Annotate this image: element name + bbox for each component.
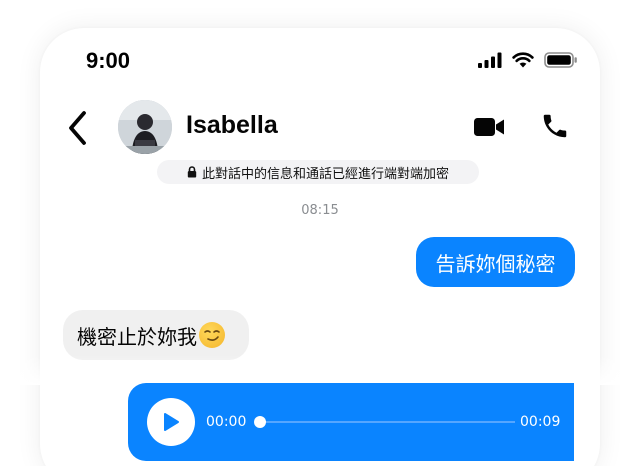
outgoing-message-bubble[interactable]: 告訴妳個秘密	[416, 237, 575, 287]
smirking-face-emoji-icon	[199, 322, 225, 348]
encryption-notice[interactable]: 此對話中的信息和通話已經進行端對端加密	[157, 160, 479, 184]
back-chevron-icon[interactable]	[62, 108, 96, 148]
voice-progress-track[interactable]	[259, 421, 515, 423]
message-text: 告訴妳個秘密	[435, 251, 556, 276]
lock-icon	[187, 166, 197, 178]
play-button[interactable]	[147, 398, 195, 446]
avatar-photo	[118, 100, 172, 154]
incoming-message-bubble[interactable]: 機密止於妳我	[63, 310, 249, 360]
screen: 9:00 Isabella 此對話中的信息和通話已經進行端對端加密 08:15 …	[0, 0, 640, 466]
voice-duration: 00:09	[520, 414, 561, 430]
encryption-notice-text: 此對話中的信息和通話已經進行端對端加密	[201, 166, 449, 182]
video-call-icon[interactable]	[472, 114, 506, 140]
wifi-icon	[512, 52, 534, 68]
message-timestamp: 08:15	[301, 203, 339, 218]
contact-name[interactable]: Isabella	[186, 111, 278, 140]
cellular-signal-icon	[478, 52, 502, 68]
avatar[interactable]	[118, 100, 172, 154]
voice-message-bubble[interactable]: 00:00 00:09	[128, 383, 574, 461]
message-text: 機密止於妳我	[77, 324, 197, 349]
voice-elapsed-time: 00:00	[206, 414, 247, 430]
status-time: 9:00	[86, 48, 131, 73]
status-icons	[478, 52, 578, 68]
play-icon	[164, 413, 179, 431]
battery-icon	[544, 52, 577, 68]
phone-call-icon[interactable]	[540, 111, 570, 141]
voice-progress-knob[interactable]	[254, 416, 266, 428]
